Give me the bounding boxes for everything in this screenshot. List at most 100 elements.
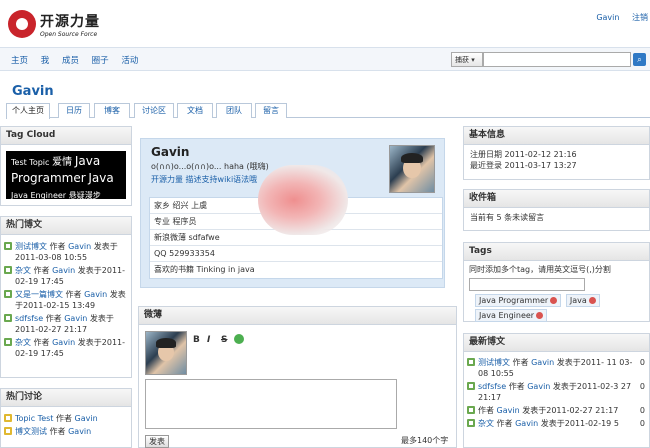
list-item: 又是一篇博文 作者 Gavin 发表于2011-02-15 13:49	[1, 289, 131, 311]
detail-row: QQ 529933354	[150, 246, 442, 262]
hot-blogs-panel: 热门博文 测试博文 作者 Gavin 发表于2011-03-08 10:55 杂…	[0, 216, 132, 378]
blog-icon	[467, 419, 475, 427]
post-button[interactable]: 发表	[145, 435, 169, 448]
profile-name: Gavin	[151, 145, 190, 159]
avatar	[145, 331, 187, 375]
search-input[interactable]	[483, 52, 631, 67]
inbox-status[interactable]: 当前有 5 条未读留言	[464, 208, 649, 227]
microblog-input[interactable]	[145, 379, 397, 429]
author-link[interactable]: Gavin	[68, 242, 91, 251]
blog-link[interactable]: sdfsfse	[478, 382, 506, 391]
user-link[interactable]: Gavin	[596, 13, 619, 22]
nav-me[interactable]: 我	[41, 56, 50, 66]
search-icon[interactable]: ⌕	[633, 53, 646, 66]
nav-events[interactable]: 活动	[121, 56, 138, 66]
latest-blogs-panel: 最新博文 测试博文 作者 Gavin 发表于2011- 11 03-08 10:…	[463, 333, 650, 448]
tab-forum[interactable]: 讨论区	[134, 103, 174, 118]
blog-link[interactable]: 又是一篇博文	[15, 290, 63, 299]
tab-blog[interactable]: 博客	[94, 103, 130, 118]
char-count: 最多140个字	[401, 436, 449, 445]
hot-discussions-panel: 热门讨论 Topic Test 作者 Gavin 博文测试 作者 Gavin	[0, 388, 132, 448]
discussion-icon	[4, 414, 12, 422]
blog-link[interactable]: 测试博文	[15, 242, 47, 251]
blog-link[interactable]: 杂文	[15, 266, 31, 275]
tab-home[interactable]: 个人主页	[6, 103, 50, 119]
blog-link[interactable]: sdfsfse	[15, 314, 43, 323]
bold-button[interactable]: B	[193, 335, 200, 345]
profile-description: 开源力量 描述支持wiki语法哦	[151, 175, 258, 184]
page-title: Gavin	[12, 84, 54, 99]
blog-icon	[467, 382, 475, 390]
blog-link[interactable]: 杂文	[478, 419, 494, 428]
blog-link[interactable]: 测试博文	[478, 358, 510, 367]
discussion-link[interactable]: Topic Test	[15, 414, 53, 423]
author-link[interactable]: Gavin	[52, 266, 75, 275]
author-link[interactable]: Gavin	[531, 358, 554, 367]
last-login: 最近登录 2011-03-17 13:27	[470, 161, 577, 170]
blog-icon	[4, 290, 12, 298]
author-link[interactable]: Gavin	[64, 314, 87, 323]
author-link[interactable]: Gavin	[52, 338, 75, 347]
tags-panel: Tags 同时添加多个tag，请用英文逗号(,)分割 Java Programm…	[463, 242, 650, 322]
nav-home[interactable]: 主页	[11, 56, 28, 66]
detail-row: 喜欢的书籍 Tinking in java	[154, 265, 255, 274]
blog-link[interactable]: 杂文	[15, 338, 31, 347]
site-logo[interactable]: 开源力量 Open Source Force	[8, 8, 100, 40]
hot-blogs-title: 热门博文	[1, 217, 131, 235]
registered-date: 注册日期 2011-02-12 21:16	[470, 150, 577, 159]
microblog-title: 微薄	[139, 307, 456, 325]
tag-cloud-word[interactable]: Java	[75, 154, 100, 168]
author-link[interactable]: Gavin	[515, 419, 538, 428]
basic-info-panel: 基本信息 注册日期 2011-02-12 21:16 最近登录 2011-03-…	[463, 126, 650, 180]
tag-cloud-word[interactable]: Java Engineer	[11, 191, 66, 200]
tag-cloud-word[interactable]: 爱情	[52, 157, 72, 168]
tag-cloud-word[interactable]: Programmer	[11, 171, 86, 185]
logout-link[interactable]: 注销	[632, 13, 648, 22]
tab-docs[interactable]: 文档	[177, 103, 213, 118]
author-link[interactable]: Gavin	[527, 382, 550, 391]
list-item: 作者 Gavin 发表于2011-02-27 21:17 0	[464, 405, 649, 416]
discussion-icon	[4, 427, 12, 435]
author-link[interactable]: Gavin	[68, 427, 91, 436]
hot-discussions-title: 热门讨论	[1, 389, 131, 407]
list-item: 杂文 作者 Gavin 发表于2011-02-19 17:45	[1, 265, 131, 287]
list-item: Topic Test 作者 Gavin	[1, 413, 131, 424]
comment-count: 0	[639, 419, 645, 428]
author-link[interactable]: Gavin	[497, 406, 520, 415]
remove-tag-icon[interactable]	[550, 297, 558, 304]
strike-button[interactable]: S	[221, 335, 227, 345]
blog-icon	[4, 242, 12, 250]
avatar[interactable]	[389, 145, 435, 193]
microblog-panel: 微薄 B I S 发表 最多140个字	[138, 306, 457, 448]
tab-messages[interactable]: 留言	[255, 103, 287, 118]
top-links: Gavin 注销	[586, 12, 648, 23]
emoticon-icon[interactable]	[234, 334, 244, 344]
discussion-link[interactable]: 博文测试	[15, 427, 47, 436]
remove-tag-icon[interactable]	[588, 297, 596, 304]
blog-icon	[4, 314, 12, 322]
list-item: 测试博文 作者 Gavin 发表于2011- 11 03-08 10:55 0	[464, 357, 649, 379]
search-bar: 捕获 ▾ ⌕	[451, 52, 646, 67]
tag-item: Java	[565, 294, 600, 307]
tab-team[interactable]: 团队	[216, 103, 252, 118]
tag-input[interactable]	[469, 278, 585, 291]
author-link[interactable]: Gavin	[75, 414, 98, 423]
nav-circles[interactable]: 圈子	[92, 56, 109, 66]
blog-icon	[467, 358, 475, 366]
inbox-title: 收件箱	[464, 190, 649, 208]
tag-cloud-word[interactable]: Test Topic	[11, 158, 49, 167]
tab-calendar[interactable]: 日历	[58, 103, 90, 118]
comment-count: 0	[639, 358, 645, 367]
remove-tag-icon[interactable]	[536, 312, 544, 319]
author-link[interactable]: Gavin	[84, 290, 107, 299]
tag-cloud-word[interactable]: Java	[88, 171, 113, 185]
search-type-select[interactable]: 捕获 ▾	[451, 52, 483, 67]
nav-members[interactable]: 成员	[62, 56, 79, 66]
main-navbar: 主页 我 成员 圈子 活动 捕获 ▾ ⌕	[0, 47, 650, 71]
tag-cloud-word[interactable]: 悬疑漫步	[69, 191, 101, 200]
list-item: 杂文 作者 Gavin 发表于2011-02-19 17:45	[1, 337, 131, 359]
profile-tabs: 个人主页 日历 博客 讨论区 文档 团队 留言	[6, 103, 650, 119]
tag-item: Java Engineer	[475, 309, 548, 322]
list-item: 杂文 作者 Gavin 发表于2011-02-19 5 0	[464, 418, 649, 429]
italic-button[interactable]: I	[207, 335, 210, 345]
